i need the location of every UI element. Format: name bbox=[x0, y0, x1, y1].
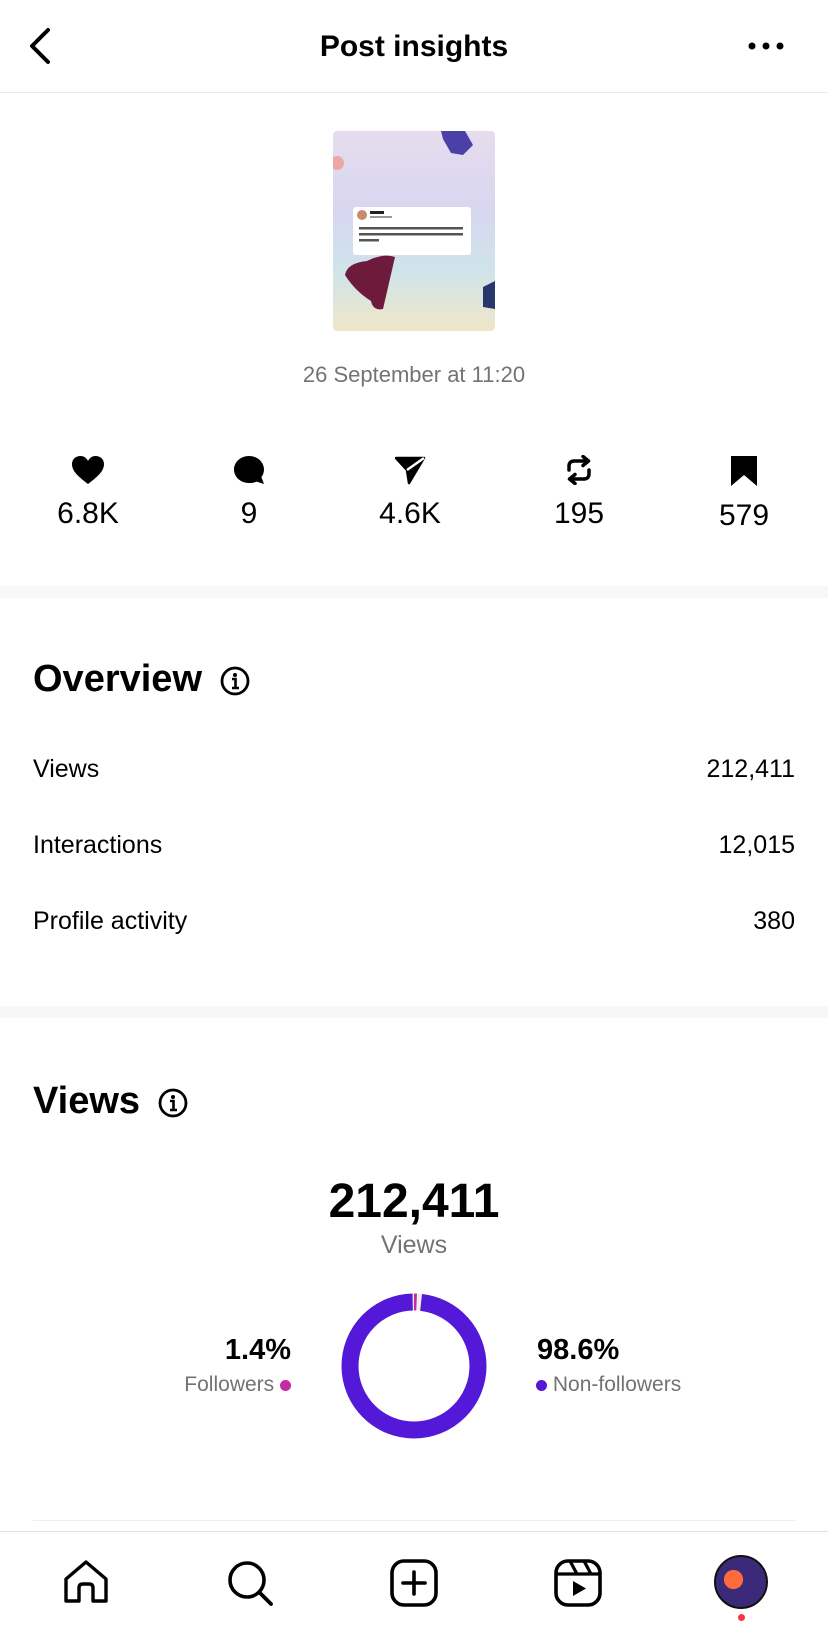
overview-row-profile-activity-label: Profile activity bbox=[33, 907, 188, 935]
likes-count: 6.8K bbox=[57, 497, 119, 530]
info-icon[interactable] bbox=[220, 666, 250, 696]
likes-stat: 6.8K bbox=[18, 455, 158, 531]
saves-stat: 579 bbox=[674, 455, 814, 533]
donut-segment-non-followers bbox=[341, 1293, 487, 1439]
profile-avatar[interactable] bbox=[714, 1555, 768, 1609]
create-icon[interactable] bbox=[386, 1555, 442, 1611]
non-followers-dot bbox=[536, 1379, 547, 1391]
page-title: Post insights bbox=[319, 30, 509, 63]
non-followers-label: Non-followers bbox=[552, 1373, 682, 1396]
section-divider bbox=[0, 1006, 828, 1018]
bookmark-icon bbox=[731, 456, 757, 486]
heart-icon bbox=[72, 456, 104, 484]
more-options-icon[interactable] bbox=[744, 34, 788, 58]
reposts-stat: 195 bbox=[509, 455, 649, 531]
views-total: 212,411 bbox=[328, 1175, 500, 1228]
comments-count: 9 bbox=[240, 497, 258, 530]
reposts-count: 195 bbox=[553, 497, 605, 530]
shares-count: 4.6K bbox=[379, 497, 441, 530]
overview-row-views-value: 212,411 bbox=[706, 755, 795, 783]
overview-row-views-label: Views bbox=[33, 755, 100, 783]
views-title: Views bbox=[33, 1080, 141, 1122]
divider bbox=[33, 1520, 795, 1521]
views-total-label: Views bbox=[380, 1231, 448, 1259]
comment-icon bbox=[234, 456, 264, 484]
views-donut-chart bbox=[341, 1293, 487, 1439]
share-icon bbox=[394, 456, 426, 485]
overview-row-profile-activity-value: 380 bbox=[753, 907, 795, 935]
info-icon[interactable] bbox=[158, 1088, 188, 1118]
comments-stat: 9 bbox=[179, 455, 319, 531]
search-icon[interactable] bbox=[222, 1555, 278, 1611]
followers-label: Followers bbox=[184, 1373, 275, 1396]
overview-title: Overview bbox=[33, 658, 202, 700]
followers-dot bbox=[280, 1379, 291, 1391]
section-divider bbox=[0, 586, 828, 598]
saves-count: 579 bbox=[718, 499, 770, 532]
shares-stat: 4.6K bbox=[340, 455, 480, 531]
followers-percent: 1.4% bbox=[224, 1334, 291, 1366]
post-thumbnail[interactable] bbox=[333, 131, 495, 331]
followers-legend: Followers bbox=[184, 1373, 291, 1397]
non-followers-percent: 98.6% bbox=[537, 1334, 620, 1366]
non-followers-legend: Non-followers bbox=[536, 1373, 681, 1397]
overview-row-interactions-value: 12,015 bbox=[718, 831, 795, 859]
repost-icon bbox=[567, 455, 591, 485]
reels-icon[interactable] bbox=[550, 1555, 606, 1611]
post-date: 26 September at 11:20 bbox=[302, 362, 526, 387]
home-icon[interactable] bbox=[58, 1555, 114, 1611]
notification-dot bbox=[738, 1614, 745, 1621]
overview-row-interactions-label: Interactions bbox=[33, 831, 163, 859]
